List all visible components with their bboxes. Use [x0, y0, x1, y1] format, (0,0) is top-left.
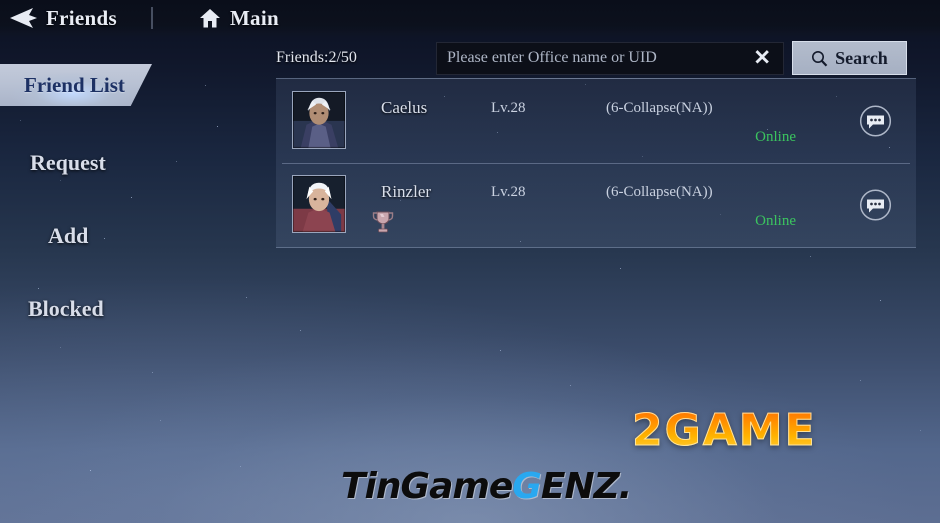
sidebar-item-label: Add	[48, 223, 88, 249]
search-button[interactable]: Search	[792, 41, 907, 75]
home-icon	[199, 8, 221, 29]
search-row: Friends:2/50 ✕ Search	[276, 36, 916, 78]
chat-button[interactable]	[859, 105, 892, 138]
row-divider	[282, 163, 910, 164]
watermark-tingamegenz: TinGameGENZ.	[341, 466, 631, 507]
magnifier-icon	[811, 50, 828, 67]
sidebar-item-friend-list[interactable]: Friend List	[0, 64, 152, 106]
friends-list: Caelus Lv.28 (6-Collapse(NA)) Online Rin…	[276, 79, 916, 247]
top-bar: Friends Main	[0, 0, 940, 36]
avatar-portrait	[293, 176, 345, 232]
main-button[interactable]: Main	[199, 6, 279, 31]
avatar[interactable]	[292, 175, 346, 233]
main-label: Main	[230, 6, 279, 31]
page-title: Friends	[46, 6, 117, 31]
sidebar-item-label: Request	[30, 150, 106, 176]
watermark-tingame-part3: ENZ.	[541, 466, 632, 507]
chat-bubble-icon	[859, 105, 892, 138]
friend-name: Rinzler	[381, 182, 431, 202]
watermark-tingame-part2: G	[512, 466, 541, 507]
title-divider	[151, 7, 153, 29]
sidebar-item-label: Blocked	[28, 296, 104, 322]
search-field[interactable]: ✕	[436, 42, 784, 75]
avatar-portrait	[293, 92, 345, 148]
sidebar: Friend List Request Add Blocked	[0, 56, 270, 345]
search-button-label: Search	[835, 48, 888, 69]
friend-count-label: Friends:2/50	[276, 49, 436, 67]
sidebar-item-add[interactable]: Add	[0, 199, 270, 272]
close-x-icon[interactable]: ✕	[753, 48, 771, 69]
friends-panel: Friends:2/50 ✕ Search	[276, 36, 916, 248]
watermark-tingame-part1: TinGame	[341, 466, 512, 507]
friend-name: Caelus	[381, 98, 427, 118]
watermark-2game: 2GAME	[632, 405, 817, 456]
table-row[interactable]: Caelus Lv.28 (6-Collapse(NA)) Online	[276, 79, 916, 163]
table-row[interactable]: Rinzler Lv.28 (6-Collapse(NA)) Online	[276, 163, 916, 247]
friend-server: (6-Collapse(NA))	[606, 100, 713, 117]
search-input[interactable]	[437, 49, 737, 67]
sidebar-item-blocked[interactable]: Blocked	[0, 272, 270, 345]
watermark-2game-text: 2GAME	[632, 405, 817, 456]
panel-bottom-divider	[276, 247, 916, 248]
friend-level: Lv.28	[491, 184, 525, 201]
sidebar-item-request[interactable]: Request	[0, 126, 270, 199]
friend-server: (6-Collapse(NA))	[606, 184, 713, 201]
trophy-icon	[371, 209, 395, 240]
chat-bubble-icon	[859, 189, 892, 222]
friend-level: Lv.28	[491, 100, 525, 117]
back-button[interactable]	[0, 0, 46, 36]
avatar[interactable]	[292, 91, 346, 149]
chat-button[interactable]	[859, 189, 892, 222]
back-arrow-icon	[8, 7, 38, 29]
sidebar-item-label: Friend List	[24, 73, 125, 98]
status-badge: Online	[755, 213, 796, 230]
status-badge: Online	[755, 129, 796, 146]
